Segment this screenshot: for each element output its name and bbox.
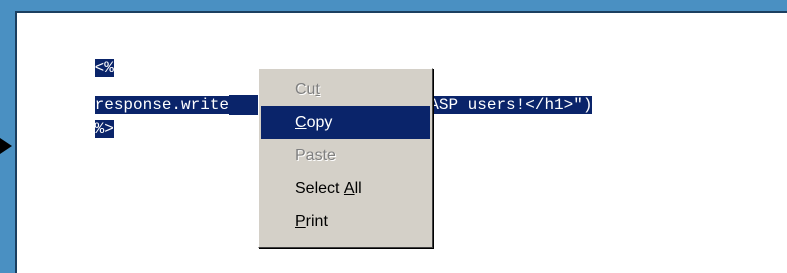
menu-item-print-mnemonic: P [295, 213, 306, 230]
code-line-3: %> [37, 99, 114, 159]
code-line-2-left: response.write [94, 96, 230, 114]
menu-item-print-label: rint [305, 213, 328, 230]
menu-item-paste[interactable]: Paste [261, 139, 430, 172]
menu-item-copy-mnemonic: C [295, 114, 307, 131]
menu-item-copy-label: opy [306, 114, 333, 131]
menu-item-print[interactable]: Print [261, 205, 430, 238]
pointer-arrow-icon [0, 138, 12, 154]
menu-item-copy[interactable]: Copy [261, 106, 430, 139]
menu-item-select-all[interactable]: Select All [261, 172, 430, 205]
menu-item-cut-mnemonic: t [315, 81, 320, 98]
menu-item-cut-label: Cu [295, 81, 316, 98]
screenshot-frame: <% response.write , ASP users!</h1>") %>… [0, 0, 787, 273]
context-menu: Cut Copy Paste Select All Print [258, 68, 433, 248]
menu-item-select-all-mnemonic: A [343, 180, 355, 197]
menu-item-cut[interactable]: Cut [261, 73, 430, 106]
menu-item-select-all-label: Select [295, 180, 344, 197]
menu-item-paste-label: Paste [295, 147, 336, 164]
menu-item-select-all-label-rest: ll [354, 180, 362, 197]
code-line-2-right: , ASP users!</h1>") [410, 96, 593, 114]
code-line-3-text: %> [94, 120, 114, 138]
